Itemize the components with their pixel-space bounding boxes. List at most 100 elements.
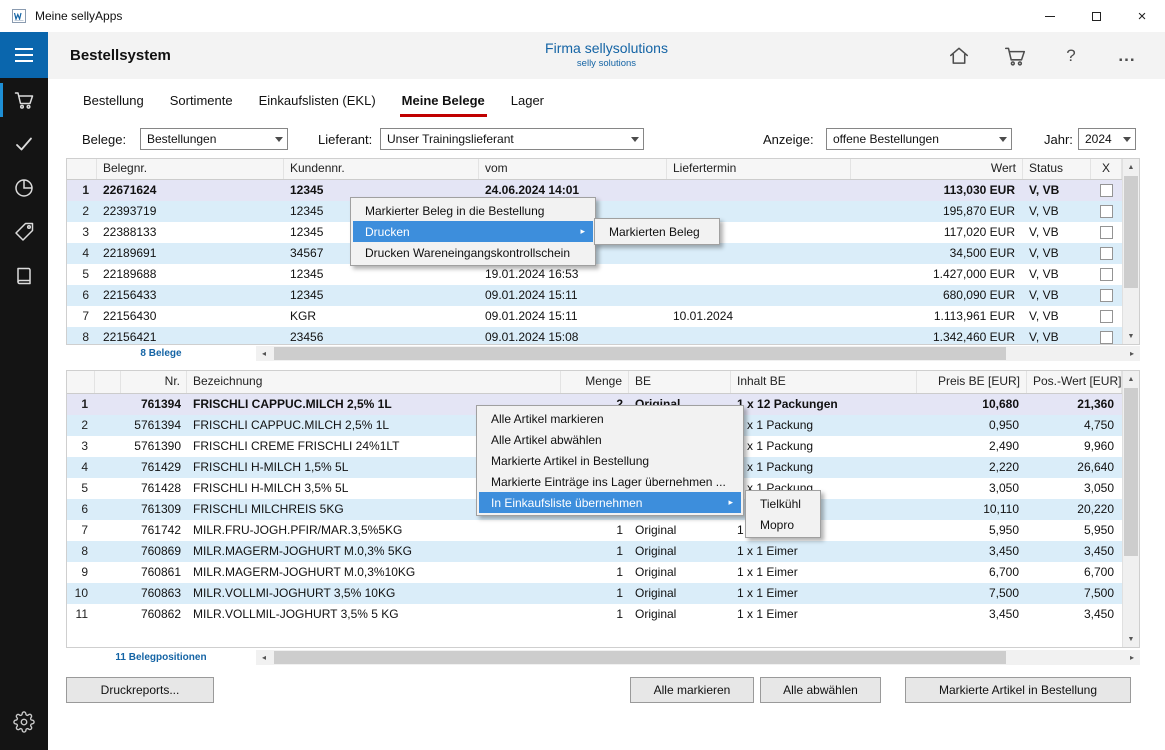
belege-row[interactable]: 722156430KGR09.01.2024 15:1110.01.20241.… [67, 306, 1122, 327]
context-menu-item[interactable]: Alle Artikel abwählen [479, 429, 741, 450]
position-cell-wert: 5,950 [1027, 520, 1122, 541]
scroll-down-icon[interactable]: ▼ [1123, 328, 1139, 344]
context-menu-item[interactable]: Markierte Einträge ins Lager übernehmen … [479, 471, 741, 492]
column-header-status[interactable]: Status [1023, 159, 1091, 179]
cart-button[interactable] [987, 36, 1043, 76]
column-header-x[interactable]: X [1091, 159, 1122, 179]
scrollbar-thumb[interactable] [274, 347, 1006, 360]
context-menu-item[interactable]: In Einkaufsliste übernehmen▸ [479, 492, 741, 513]
belege-cell-status: V, VB [1023, 222, 1091, 243]
scroll-left-icon[interactable]: ◂ [256, 653, 272, 662]
position-cell-menge: 1 [561, 520, 629, 541]
column-header-inhalt-be[interactable]: Inhalt BE [731, 371, 917, 393]
column-header-menge[interactable]: Menge [561, 371, 629, 393]
window-controls: × [1027, 0, 1165, 32]
column-header-nr[interactable]: Nr. [121, 371, 187, 393]
context-menu-item[interactable]: Mopro [748, 514, 818, 535]
row-checkbox[interactable] [1100, 205, 1113, 218]
belege-row[interactable]: 8221564212345609.01.2024 15:081.342,460 … [67, 327, 1122, 345]
scrollbar-track[interactable] [272, 346, 1124, 361]
position-row[interactable]: 11760862MILR.VOLLMIL-JOGHURT 3,5% 5 KG1O… [67, 604, 1122, 625]
column-header-belegnr[interactable]: Belegnr. [97, 159, 284, 179]
scroll-up-icon[interactable]: ▲ [1123, 159, 1139, 175]
row-checkbox[interactable] [1100, 331, 1113, 344]
tab-bestellung[interactable]: Bestellung [81, 86, 146, 117]
column-header-be[interactable]: BE [629, 371, 731, 393]
belege-row[interactable]: 6221564331234509.01.2024 15:11680,090 EU… [67, 285, 1122, 306]
home-button[interactable] [931, 36, 987, 76]
positionen-vertical-scrollbar[interactable]: ▲ ▼ [1122, 371, 1139, 647]
more-button[interactable]: ... [1099, 36, 1155, 76]
tab-sortimente[interactable]: Sortimente [168, 86, 235, 117]
sidebar-item-catalog[interactable] [0, 254, 48, 298]
column-header-wert[interactable]: Wert [851, 159, 1023, 179]
scroll-right-icon[interactable]: ▸ [1124, 349, 1140, 358]
belege-select[interactable]: Bestellungen [140, 128, 288, 150]
position-row[interactable]: 10760863MILR.VOLLMI-JOGHURT 3,5% 10KG1Or… [67, 583, 1122, 604]
belege-row[interactable]: 5221896881234519.01.2024 16:531.427,000 … [67, 264, 1122, 285]
position-cell-inhalt: 1 x 1 Packung [731, 457, 917, 478]
druckreports-button[interactable]: Druckreports... [66, 677, 214, 703]
column-header-preis-be[interactable]: Preis BE [EUR] [917, 371, 1027, 393]
position-cell-preis: 5,950 [917, 520, 1027, 541]
jahr-select[interactable]: 2024 [1078, 128, 1136, 150]
anzeige-select[interactable]: offene Bestellungen [826, 128, 1012, 150]
sidebar-item-bestellsystem[interactable] [0, 78, 48, 122]
belege-horizontal-scrollbar[interactable]: ◂ ▸ [256, 346, 1140, 361]
lieferant-select[interactable]: Unser Trainingslieferant [380, 128, 644, 150]
context-menu-item[interactable]: Markierter Beleg in die Bestellung [353, 200, 593, 221]
scrollbar-thumb[interactable] [1124, 176, 1138, 288]
sidebar-item-pricing[interactable] [0, 210, 48, 254]
context-menu-item[interactable]: Tielkühl [748, 493, 818, 514]
tab-meine-belege[interactable]: Meine Belege [400, 86, 487, 117]
context-menu-item[interactable]: Markierten Beleg [597, 221, 717, 242]
sidebar-item-settings[interactable] [0, 700, 48, 744]
row-checkbox[interactable] [1100, 289, 1113, 302]
tab-einkaufslisten[interactable]: Einkaufslisten (EKL) [257, 86, 378, 117]
belege-cell-belegnr: 22189688 [97, 264, 284, 285]
context-menu-item[interactable]: Alle Artikel markieren [479, 408, 741, 429]
position-row[interactable]: 7761742MILR.FRU-JOGH.PFIR/MAR.3,5%5KG1Or… [67, 520, 1122, 541]
scroll-up-icon[interactable]: ▲ [1123, 371, 1139, 387]
markierte-artikel-in-bestellung-button[interactable]: Markierte Artikel in Bestellung [905, 677, 1131, 703]
scroll-right-icon[interactable]: ▸ [1124, 653, 1140, 662]
position-cell-wert: 7,500 [1027, 583, 1122, 604]
filterbar: Belege: Bestellungen Lieferant: Unser Tr… [48, 121, 1165, 158]
scrollbar-track[interactable] [272, 650, 1124, 665]
column-header-bezeichnung[interactable]: Bezeichnung [187, 371, 561, 393]
scrollbar-thumb[interactable] [1124, 388, 1138, 556]
context-menu-item[interactable]: Markierte Artikel in Bestellung [479, 450, 741, 471]
close-button[interactable]: × [1119, 0, 1165, 32]
context-menu-item[interactable]: Drucken Wareneingangskontrollschein [353, 242, 593, 263]
belege-cell-num: 7 [67, 306, 97, 327]
maximize-button[interactable] [1073, 0, 1119, 32]
alle-markieren-button[interactable]: Alle markieren [630, 677, 754, 703]
row-checkbox[interactable] [1100, 268, 1113, 281]
position-row[interactable]: 9760861MILR.MAGERM-JOGHURT M.0,3%10KG1Or… [67, 562, 1122, 583]
scroll-left-icon[interactable]: ◂ [256, 349, 272, 358]
alle-abwaehlen-button[interactable]: Alle abwählen [760, 677, 881, 703]
column-header-pos-wert[interactable]: Pos.-Wert [EUR] [1027, 371, 1122, 393]
positionen-horizontal-scrollbar[interactable]: ◂ ▸ [256, 650, 1140, 665]
sidebar-item-statistics[interactable] [0, 166, 48, 210]
position-cell-nr: 760862 [121, 604, 187, 625]
position-row[interactable]: 8760869MILR.MAGERM-JOGHURT M.0,3% 5KG1Or… [67, 541, 1122, 562]
column-header-vom[interactable]: vom [479, 159, 667, 179]
scroll-down-icon[interactable]: ▼ [1123, 631, 1139, 647]
menu-toggle-button[interactable] [0, 32, 48, 78]
scrollbar-thumb[interactable] [274, 651, 1006, 664]
tab-lager[interactable]: Lager [509, 86, 546, 117]
sidebar-item-tasks[interactable] [0, 122, 48, 166]
help-button[interactable]: ? [1043, 36, 1099, 76]
row-checkbox[interactable] [1100, 184, 1113, 197]
position-cell-be: Original [629, 562, 731, 583]
belege-vertical-scrollbar[interactable]: ▲ ▼ [1122, 159, 1139, 344]
column-header-kundennr[interactable]: Kundennr. [284, 159, 479, 179]
column-header-liefertermin[interactable]: Liefertermin [667, 159, 851, 179]
row-checkbox[interactable] [1100, 310, 1113, 323]
row-checkbox[interactable] [1100, 247, 1113, 260]
belege-cell-x [1091, 201, 1122, 222]
context-menu-item[interactable]: Drucken▸ [353, 221, 593, 242]
row-checkbox[interactable] [1100, 226, 1113, 239]
minimize-button[interactable] [1027, 0, 1073, 32]
